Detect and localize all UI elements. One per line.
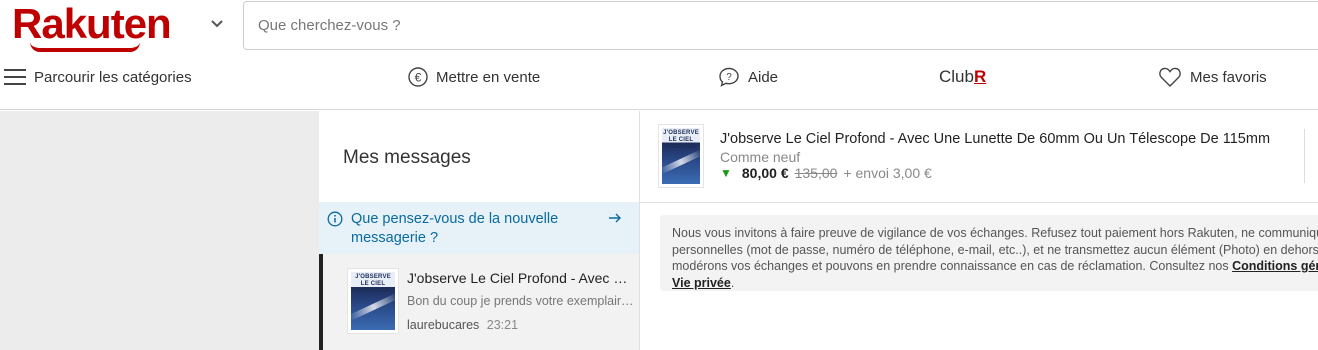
logo-text[interactable]: Rakuten: [12, 2, 172, 46]
notice-end: .: [730, 275, 735, 290]
vigilance-notice: Nous vous invitons à faire preuve de vig…: [660, 215, 1318, 291]
page-title: Mes messages: [343, 147, 471, 168]
notice-line-4: Vie privée.: [672, 275, 1318, 292]
svg-text:€: €: [415, 71, 422, 85]
notice-line-2: personnelles (mot de passe, numéro de té…: [672, 242, 1318, 257]
conversation-preview: Bon du coup je prends votre exemplaire, …: [407, 294, 637, 308]
logo-swoosh: [30, 42, 140, 52]
nav-sell[interactable]: € Mettre en vente: [408, 60, 540, 94]
notice-line-3-text: modérons vos échanges et pouvons en pren…: [672, 259, 1229, 273]
help-bubble-icon: ?: [718, 67, 740, 87]
conversation-title: J'observe Le Ciel Profond - Avec Une Lun…: [407, 270, 637, 286]
nav-categories[interactable]: Parcourir les catégories: [4, 60, 192, 94]
price-drop-icon: ▼: [720, 166, 732, 180]
search-input[interactable]: [244, 2, 1318, 49]
product-cover-title: J'OBSERVE LE CIEL PROFOND: [663, 130, 699, 150]
chevron-down-icon[interactable]: [210, 16, 224, 30]
conversation-user: laurebucares: [407, 318, 480, 332]
club-label: Club: [939, 67, 974, 86]
divider: [1304, 129, 1305, 183]
product-title[interactable]: J'observe Le Ciel Profond - Avec Une Lun…: [720, 131, 1270, 147]
heart-icon: [1158, 66, 1182, 88]
book-thumbnail: J'OBSERVE LE CIEL PROFOND: [347, 268, 399, 334]
conversation-item[interactable]: J'OBSERVE LE CIEL PROFOND J'observe Le C…: [319, 254, 639, 350]
product-old-price: 135,00: [794, 165, 838, 181]
nav-favorites-label: Mes favoris: [1190, 68, 1267, 86]
conversation-time: 23:21: [486, 318, 519, 332]
euro-icon: €: [408, 67, 428, 87]
nav-favorites[interactable]: Mes favoris: [1158, 60, 1267, 94]
messages-panel: Mes messages Que pensez-vous de la nouve…: [319, 111, 640, 350]
svg-text:?: ?: [726, 72, 732, 83]
hamburger-icon: [4, 69, 26, 85]
conversation-meta: laurebucares 23:21: [407, 318, 518, 332]
product-header[interactable]: J'OBSERVE LE CIEL PROFOND J'observe Le C…: [640, 111, 1318, 203]
arrow-right-icon[interactable]: [607, 210, 623, 226]
product-price: 80,00 €: [741, 165, 789, 181]
nav-sell-label: Mettre en vente: [436, 68, 541, 86]
conditions-link[interactable]: Conditions générales: [1232, 259, 1318, 273]
nav-help[interactable]: ? Aide: [718, 60, 778, 94]
shipping-cost: + envoi 3,00 €: [843, 165, 932, 181]
search-bar[interactable]: [243, 1, 1318, 50]
conversation-detail: J'OBSERVE LE CIEL PROFOND J'observe Le C…: [640, 111, 1318, 350]
privacy-link[interactable]: Vie privée: [672, 276, 731, 290]
nav-club-r[interactable]: Club R: [939, 60, 986, 94]
notice-line-3: modérons vos échanges et pouvons en pren…: [672, 258, 1318, 275]
book-cover-image: J'OBSERVE LE CIEL PROFOND: [351, 272, 395, 330]
feedback-text: Que pensez-vous de la nouvelle messageri…: [351, 211, 559, 246]
nav-help-label: Aide: [748, 68, 779, 86]
nav-categories-label: Parcourir les catégories: [34, 68, 192, 86]
club-r-logo: R: [973, 67, 987, 86]
feedback-banner[interactable]: Que pensez-vous de la nouvelle messageri…: [319, 202, 639, 259]
info-icon: [327, 211, 343, 227]
book-cover-title: J'OBSERVE LE CIEL PROFOND: [355, 274, 391, 294]
product-thumbnail[interactable]: J'OBSERVE LE CIEL PROFOND: [658, 124, 704, 188]
price-row: ▼ 80,00 € 135,00 + envoi 3,00 €: [720, 165, 932, 181]
site-header: Rakuten Parcourir les catégories € Mettr…: [0, 0, 1318, 110]
left-margin: [0, 111, 319, 350]
product-cover-image: J'OBSERVE LE CIEL PROFOND: [662, 128, 700, 184]
notice-line-1: Nous vous invitons à faire preuve de vig…: [672, 226, 1318, 240]
product-condition: Comme neuf: [720, 149, 801, 165]
